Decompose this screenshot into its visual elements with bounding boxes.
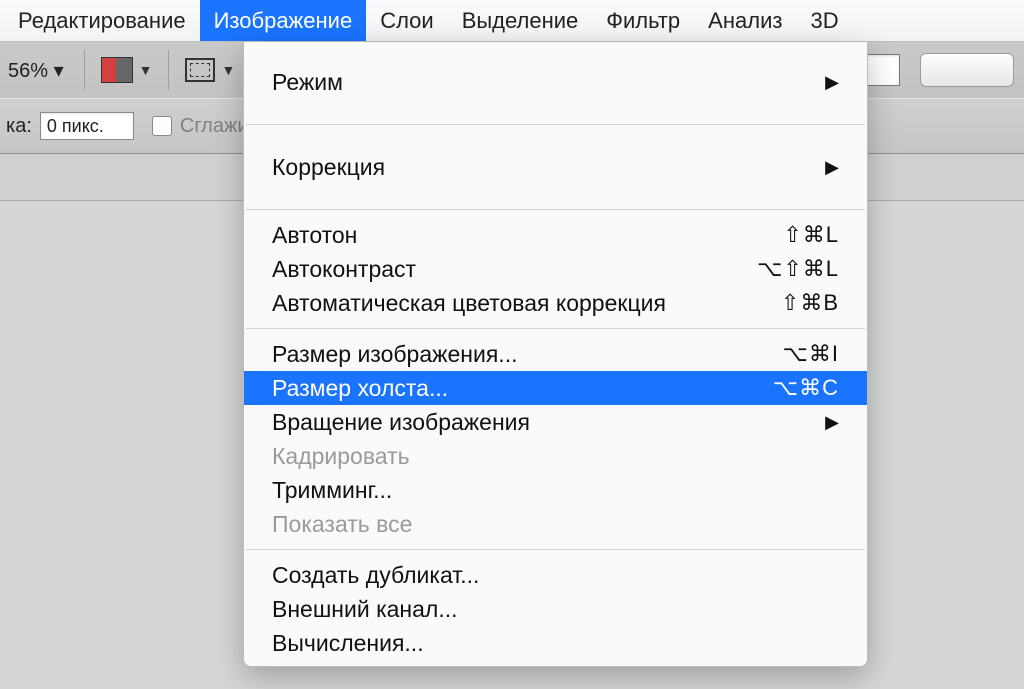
menu-item-label: Внешний канал...: [272, 596, 839, 623]
menu-item-reveal-all: Показать все: [244, 507, 867, 541]
menu-3d[interactable]: 3D: [796, 0, 852, 41]
menu-item-label: Размер холста...: [272, 375, 719, 402]
shortcut-label: ⌥⌘C: [719, 375, 839, 401]
menu-item-calculations[interactable]: Вычисления...: [244, 626, 867, 660]
submenu-arrow-icon: ▶: [825, 412, 839, 433]
toolbar-button[interactable]: [920, 53, 1014, 87]
menu-select[interactable]: Выделение: [448, 0, 593, 41]
menu-item-autotone[interactable]: Автотон ⇧⌘L: [244, 218, 867, 252]
screen-mode-button[interactable]: ▼: [95, 53, 159, 87]
menu-item-label: Автотон: [272, 222, 719, 249]
menu-image-dropdown: Режим ▶ Коррекция ▶ Автотон ⇧⌘L Автоконт…: [243, 42, 868, 667]
menu-item-adjustments[interactable]: Коррекция ▶: [244, 149, 867, 185]
arrange-icon: [185, 58, 215, 82]
submenu-arrow-icon: ▶: [825, 72, 839, 93]
menu-item-label: Кадрировать: [272, 443, 839, 470]
antialias-checkbox[interactable]: [152, 116, 172, 136]
shortcut-label: ⇧⌘B: [719, 290, 839, 316]
chevron-down-icon: ▼: [139, 62, 153, 78]
menubar: Редактирование Изображение Слои Выделени…: [0, 0, 1024, 42]
menu-item-label: Показать все: [272, 511, 839, 538]
menu-layers[interactable]: Слои: [366, 0, 448, 41]
shortcut-label: ⌥⌘I: [719, 341, 839, 367]
menu-item-label: Режим: [272, 69, 815, 96]
menu-edit[interactable]: Редактирование: [4, 0, 200, 41]
menu-image[interactable]: Изображение: [200, 0, 367, 41]
menu-item-crop: Кадрировать: [244, 439, 867, 473]
menu-item-apply-image[interactable]: Внешний канал...: [244, 592, 867, 626]
menu-item-duplicate[interactable]: Создать дубликат...: [244, 558, 867, 592]
menu-separator: [246, 209, 865, 210]
menu-analysis[interactable]: Анализ: [694, 0, 796, 41]
chevron-down-icon: ▼: [221, 62, 235, 78]
menu-separator: [246, 124, 865, 125]
zoom-level[interactable]: 56% ▾: [0, 52, 68, 89]
menu-item-label: Тримминг...: [272, 477, 839, 504]
menu-item-label: Создать дубликат...: [272, 562, 839, 589]
menu-item-label: Коррекция: [272, 154, 815, 181]
menu-item-trim[interactable]: Тримминг...: [244, 473, 867, 507]
shortcut-label: ⌥⇧⌘L: [719, 256, 839, 282]
submenu-arrow-icon: ▶: [825, 157, 839, 178]
shortcut-label: ⇧⌘L: [719, 222, 839, 248]
menu-item-label: Вращение изображения: [272, 409, 815, 436]
separator: [84, 50, 85, 90]
menu-item-label: Автоматическая цветовая коррекция: [272, 290, 719, 317]
menu-item-autocontrast[interactable]: Автоконтраст ⌥⇧⌘L: [244, 252, 867, 286]
menu-item-canvas-size[interactable]: Размер холста... ⌥⌘C: [244, 371, 867, 405]
menu-item-label: Автоконтраст: [272, 256, 719, 283]
feather-label: ка:: [6, 115, 32, 138]
menu-filter[interactable]: Фильтр: [592, 0, 694, 41]
menu-separator: [246, 549, 865, 550]
screen-mode-icon: [101, 57, 133, 83]
menu-item-mode[interactable]: Режим ▶: [244, 64, 867, 100]
separator: [168, 50, 169, 90]
arrange-button[interactable]: ▼: [179, 54, 241, 86]
menu-item-autocolor[interactable]: Автоматическая цветовая коррекция ⇧⌘B: [244, 286, 867, 320]
menu-item-label: Размер изображения...: [272, 341, 719, 368]
menu-item-label: Вычисления...: [272, 630, 839, 657]
menu-separator: [246, 328, 865, 329]
menu-item-rotate[interactable]: Вращение изображения ▶: [244, 405, 867, 439]
menu-item-image-size[interactable]: Размер изображения... ⌥⌘I: [244, 337, 867, 371]
feather-input[interactable]: [40, 112, 134, 140]
